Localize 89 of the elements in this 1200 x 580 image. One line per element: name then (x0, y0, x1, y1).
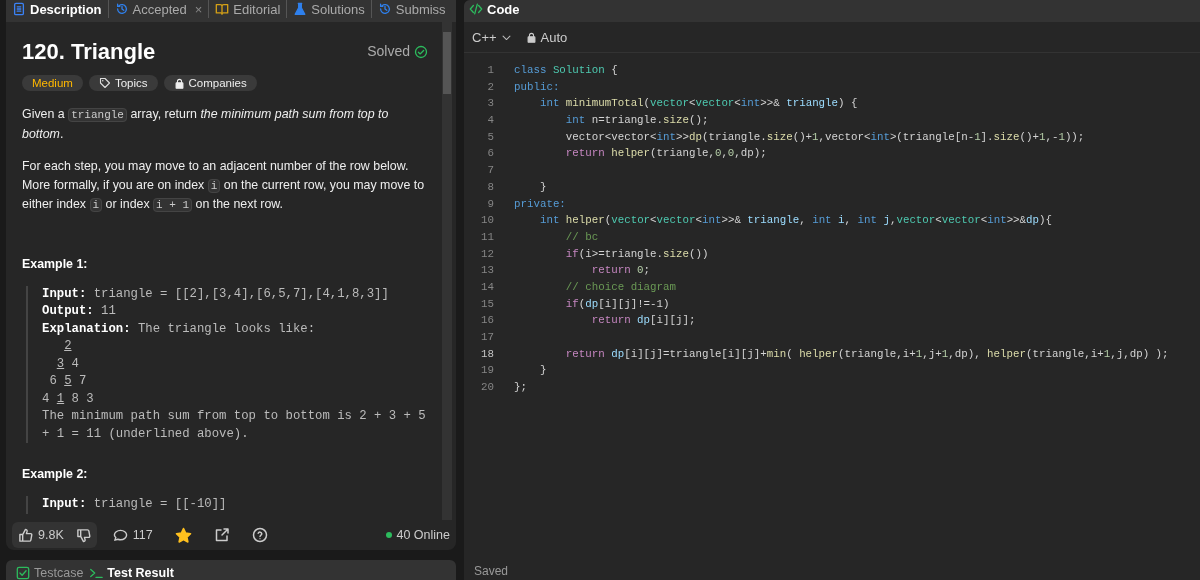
line-number: 14 (480, 279, 495, 295)
code-line: public: (514, 79, 560, 95)
triangle-row-text: 6 5 7 (48, 373, 88, 390)
code-line: return 0; (590, 263, 651, 279)
checkbox-icon (16, 566, 30, 580)
triangle-row-text: 4 1 8 3 (42, 390, 95, 408)
thumbs-down-icon (75, 527, 91, 543)
save-status: Saved (473, 564, 510, 580)
share-icon (213, 527, 230, 543)
check-circle-icon (414, 44, 428, 59)
code-line: int helper(vector<vector<int>>& triangle, int i, int j,vector<vector<int>>&dp){ (538, 213, 1052, 229)
line-number: 11 (480, 229, 495, 245)
example-explanation-text: Explanation: The triangle looks like: (42, 320, 317, 338)
tab[interactable]: Test Result (89, 566, 174, 580)
tag-button[interactable]: Companies (163, 75, 257, 91)
code-line: // bc (564, 229, 599, 245)
solved-status: Solved (367, 42, 410, 61)
line-number: 7 (486, 163, 495, 179)
history-icon (114, 2, 129, 16)
line-number: 1 (486, 63, 495, 78)
document-icon (12, 2, 26, 16)
line-number: 19 (480, 363, 495, 379)
code-line: return dp[i][j]=triangle[i][j]+min( helper(triangle,i+1,j+1,dp), helper(triangle,i+1,j,dp) ); (564, 346, 1169, 362)
code-line: if(dp[i][j]!=-1) (564, 296, 670, 312)
example-note: The minimum path sum from top to bottom is 2 + 3 + 5 + 1 = 11 (underlined above). (42, 408, 427, 443)
code-line: if(i>=triangle.size()) (564, 246, 709, 262)
triangle-row-text: 3 4 (55, 355, 80, 373)
tab[interactable]: Testcase (16, 566, 84, 580)
tab[interactable]: Submiss (371, 0, 452, 18)
history-icon (377, 2, 392, 16)
line-number: 16 (480, 313, 495, 329)
line-number: 10 (480, 213, 495, 229)
panel-title: Code (487, 1, 520, 17)
lock-icon (173, 77, 185, 89)
help-icon (251, 527, 268, 543)
code-line: class Solution { (514, 63, 618, 78)
description-text: For each step, you may move to an adjacent number of the row below. More formally, if you are on index i on the current row, you may move to either index i or index i + 1 on the next row. (22, 158, 426, 214)
tag-icon (98, 77, 111, 89)
line-number: 20 (480, 380, 495, 396)
line-number: 8 (486, 179, 495, 195)
description-text: Given a triangle array, return the minimum path sum from top to bottom. (22, 106, 390, 143)
comments-button[interactable]: 117 (106, 527, 159, 543)
thumbs-up-icon (18, 527, 33, 543)
line-number: 15 (480, 296, 495, 312)
tab[interactable]: Editorial (209, 0, 288, 18)
line-number: 17 (480, 330, 495, 345)
code-line: return dp[i][j]; (590, 313, 696, 329)
book-icon (215, 2, 230, 16)
comment-icon (112, 527, 128, 543)
example-input-text: Input: triangle = [[-10]] (42, 496, 228, 513)
scrollbar[interactable] (442, 22, 452, 520)
tab[interactable]: Description (6, 0, 109, 18)
line-number: 5 (486, 129, 495, 145)
line-number: 9 (486, 196, 495, 212)
code-line: }; (514, 380, 527, 396)
tag-button[interactable]: Topics (88, 75, 158, 91)
example-heading: Example 1: (22, 255, 89, 273)
code-line: int minimumTotal(vector<vector<int>>& triangle) { (538, 96, 858, 112)
line-number: 12 (480, 246, 495, 262)
example-input-text: Input: triangle = [[2],[3,4],[6,5,7],[4,1,8,3]] (42, 285, 390, 303)
line-number: 18 (480, 346, 495, 362)
lock-icon (525, 31, 537, 43)
tab[interactable]: Solutions (287, 0, 372, 18)
tab[interactable]: Accepted × (108, 0, 210, 18)
line-number: 3 (486, 96, 495, 112)
line-number: 4 (486, 113, 495, 129)
example-output-text: Output: 11 (42, 303, 117, 320)
example-heading: Example 2: (22, 466, 89, 483)
triangle-row-text: 2 (63, 338, 73, 355)
code-line: private: (514, 196, 566, 212)
online-count: 40 Online (396, 528, 450, 542)
code-line: return helper(triangle,0,0,dp); (564, 146, 767, 162)
star-icon (174, 526, 192, 544)
close-button[interactable]: × (194, 1, 203, 17)
language-dropdown[interactable]: C++ (472, 29, 512, 45)
code-line: vector<vector<int>>dp(triangle.size()+1,vector<int>(triangle[n-1].size()+1,-1)); (564, 129, 1085, 145)
code-line: // choice diagram (564, 279, 676, 295)
code-line: } (538, 363, 547, 379)
terminal-icon (89, 566, 104, 580)
code-line: } (538, 179, 547, 195)
line-number: 2 (486, 79, 495, 95)
flask-icon (293, 2, 308, 16)
mode-button[interactable]: Auto (525, 29, 568, 45)
code-line: int n=triangle.size(); (564, 113, 709, 129)
difficulty-tag[interactable]: Medium (22, 75, 83, 91)
line-number: 6 (486, 146, 495, 162)
line-number: 13 (480, 263, 495, 279)
code-icon (468, 2, 484, 16)
online-dot (386, 532, 393, 538)
